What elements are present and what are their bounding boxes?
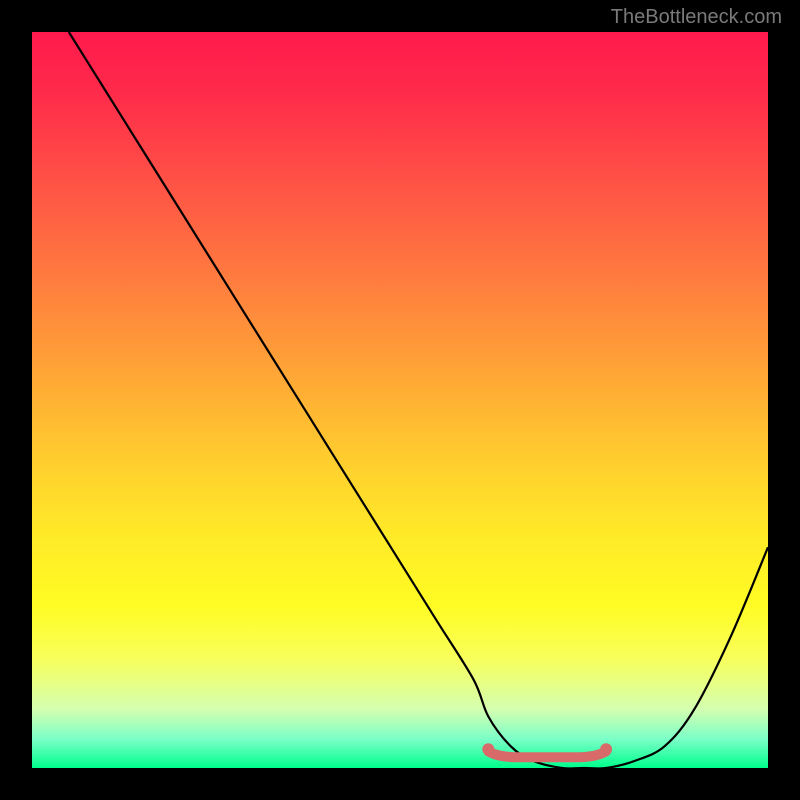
- bottleneck-curve-path: [69, 32, 768, 768]
- optimal-segment-left-dot: [482, 743, 494, 755]
- chart-svg: [32, 32, 768, 768]
- watermark-text: TheBottleneck.com: [611, 6, 782, 29]
- optimal-segment-right-dot: [600, 743, 612, 755]
- chart-plot-area: [32, 32, 768, 768]
- optimal-segment-path: [488, 751, 606, 757]
